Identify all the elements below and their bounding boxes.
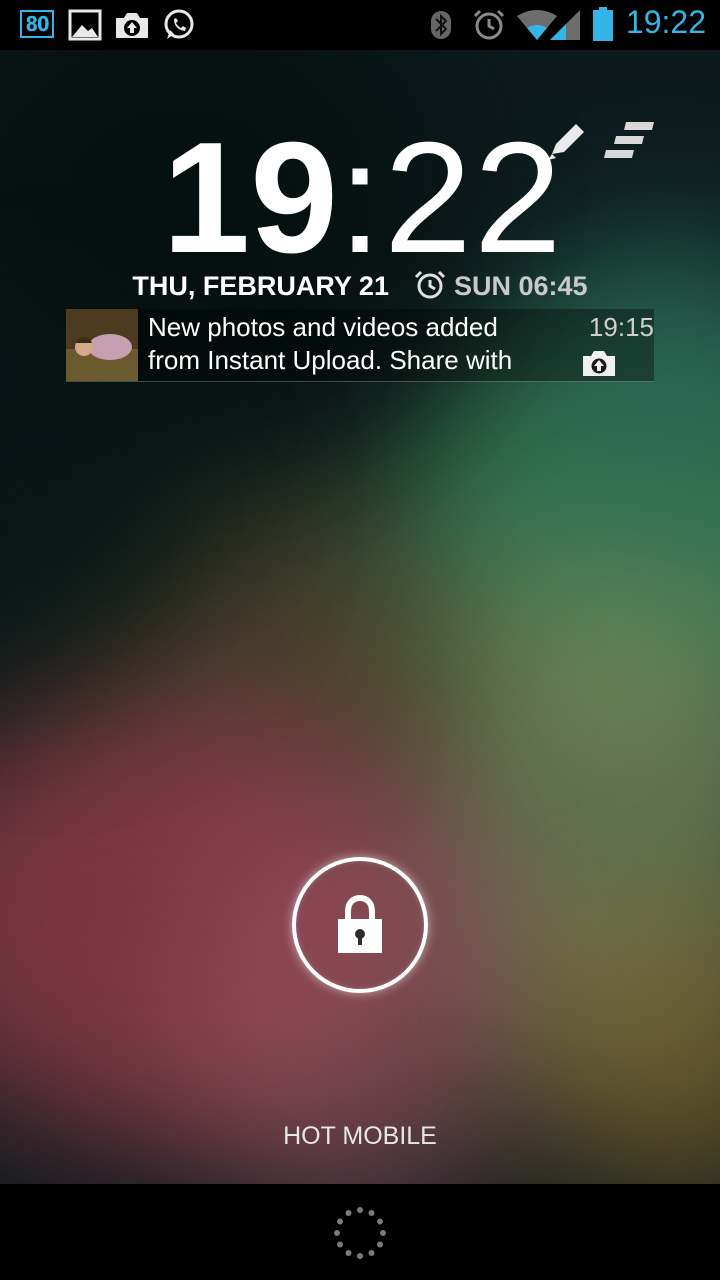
- status-bar: 80 19:22: [0, 0, 720, 50]
- notification-count-badge: 80: [20, 10, 54, 38]
- gallery-image-icon: [68, 9, 102, 41]
- carrier-label: HOT MOBILE: [283, 1122, 437, 1150]
- whatsapp-icon: [164, 9, 194, 39]
- instant-upload-camera-icon: [583, 351, 615, 376]
- status-bar-time: 19:22: [625, 4, 706, 40]
- loading-spinner-icon: [334, 1207, 386, 1259]
- unlock-ring-button[interactable]: [292, 857, 428, 993]
- alarm-clock-icon: [415, 270, 446, 299]
- clock-separator: :: [338, 110, 384, 286]
- date-label: THU, FEBRUARY 21: [132, 271, 389, 301]
- notification-message: New photos and videos added from Instant…: [148, 311, 568, 377]
- notification-thumbnail: [66, 309, 138, 381]
- alarm-clock-icon: [473, 9, 505, 40]
- bluetooth-icon: [431, 11, 451, 39]
- cell-signal-icon: [550, 10, 580, 40]
- instant-upload-camera-icon: [116, 13, 148, 38]
- padlock-icon: [338, 895, 382, 953]
- date-alarm-row: THU, FEBRUARY 21 SUN 06:45: [0, 270, 720, 302]
- next-alarm: SUN 06:45: [414, 270, 588, 301]
- navigation-bar: [0, 1184, 720, 1280]
- clock-hours: 19: [162, 110, 339, 286]
- lockscreen-clock: 19:22: [0, 118, 720, 278]
- battery-icon: [593, 7, 613, 41]
- alarm-time: SUN 06:45: [454, 271, 588, 301]
- notification-time: 19:15: [588, 312, 654, 342]
- notification-card[interactable]: New photos and videos added from Instant…: [66, 309, 654, 382]
- notification-line-1: New photos and videos added: [148, 312, 498, 342]
- notification-line-2: from Instant Upload. Share with: [148, 345, 513, 375]
- clock-minutes: 22: [383, 110, 564, 286]
